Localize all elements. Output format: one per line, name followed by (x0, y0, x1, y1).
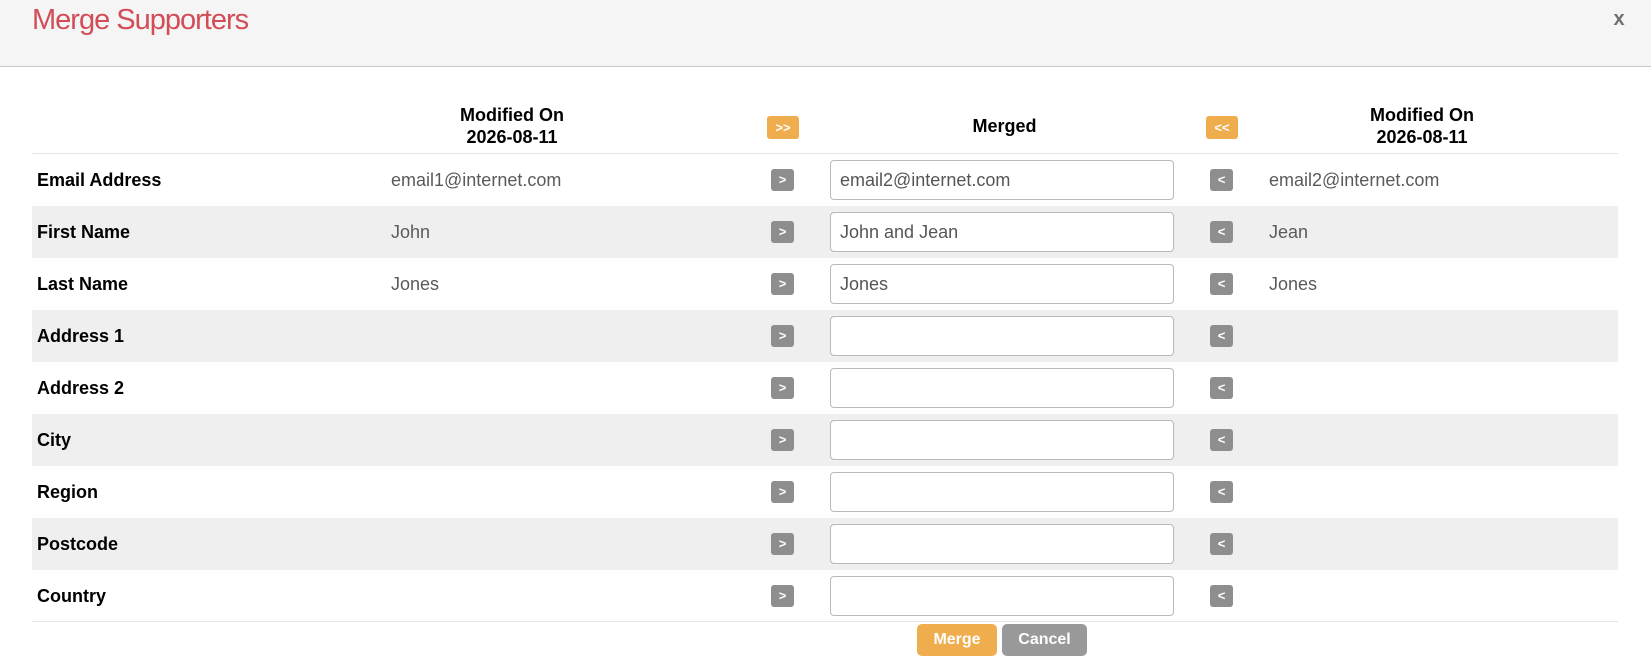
dialog-header: Merge Supporters x (0, 0, 1651, 67)
merge-table: Modified On 2026-08-11 >> Merged << Modi… (32, 102, 1618, 622)
copy-left-to-merged-button[interactable]: > (771, 481, 794, 503)
merged-address-2-input[interactable] (830, 368, 1174, 408)
close-button[interactable]: x (1608, 6, 1630, 32)
merged-header: Merged (972, 116, 1037, 136)
left-record-header-date: 2026-08-11 (466, 127, 558, 147)
copy-right-to-merged-button[interactable]: < (1210, 325, 1233, 347)
copy-right-to-merged-button[interactable]: < (1210, 533, 1233, 555)
left-value: John (391, 222, 431, 242)
merged-address-1-input[interactable] (830, 316, 1174, 356)
copy-right-to-merged-button[interactable]: < (1210, 585, 1233, 607)
left-value: email1@internet.com (391, 170, 562, 190)
copy-right-to-merged-button[interactable]: < (1210, 481, 1233, 503)
field-label: Region (37, 482, 98, 502)
field-label: First Name (37, 222, 131, 242)
field-label: Postcode (37, 534, 119, 554)
dialog-actions: Merge Cancel (0, 624, 1651, 656)
field-label: Email Address (37, 170, 162, 190)
right-record-header: Modified On 2026-08-11 (1272, 104, 1572, 148)
dialog-title: Merge Supporters (32, 4, 249, 36)
merged-postcode-input[interactable] (830, 524, 1174, 564)
field-row-region: Region > < (32, 466, 1618, 518)
copy-all-to-merged-button[interactable]: >> (767, 116, 799, 139)
copy-right-to-merged-button[interactable]: < (1210, 221, 1233, 243)
copy-right-to-merged-button[interactable]: < (1210, 429, 1233, 451)
right-value: email2@internet.com (1269, 170, 1440, 190)
copy-right-to-merged-button[interactable]: < (1210, 377, 1233, 399)
cancel-button[interactable]: Cancel (1002, 624, 1087, 656)
field-row-postcode: Postcode > < (32, 518, 1618, 570)
copy-left-to-merged-button[interactable]: > (771, 377, 794, 399)
field-label: Last Name (37, 274, 129, 294)
field-label: City (37, 430, 72, 450)
field-label: Address 1 (37, 326, 125, 346)
left-value: Jones (391, 274, 440, 294)
copy-left-to-merged-button[interactable]: > (771, 429, 794, 451)
copy-left-to-merged-button[interactable]: > (771, 325, 794, 347)
field-row-first-name: First Name John > < Jean (32, 206, 1618, 258)
copy-all-from-right-button[interactable]: << (1206, 116, 1238, 139)
merged-first-name-input[interactable] (830, 212, 1174, 252)
field-row-last-name: Last Name Jones > < Jones (32, 258, 1618, 310)
field-row-address-2: Address 2 > < (32, 362, 1618, 414)
field-row-email: Email Address email1@internet.com > < em… (32, 154, 1618, 206)
copy-left-to-merged-button[interactable]: > (771, 221, 794, 243)
copy-right-to-merged-button[interactable]: < (1210, 169, 1233, 191)
field-label: Address 2 (37, 378, 125, 398)
right-record-header-label: Modified On (1370, 105, 1474, 125)
merged-city-input[interactable] (830, 420, 1174, 460)
field-row-city: City > < (32, 414, 1618, 466)
copy-left-to-merged-button[interactable]: > (771, 533, 794, 555)
merge-button[interactable]: Merge (917, 624, 997, 656)
copy-left-to-merged-button[interactable]: > (771, 169, 794, 191)
column-header-row: Modified On 2026-08-11 >> Merged << Modi… (32, 102, 1618, 154)
merged-region-input[interactable] (830, 472, 1174, 512)
right-record-header-date: 2026-08-11 (1376, 127, 1468, 147)
merged-country-input[interactable] (830, 576, 1174, 616)
merged-last-name-input[interactable] (830, 264, 1174, 304)
right-value: Jones (1269, 274, 1318, 294)
copy-right-to-merged-button[interactable]: < (1210, 273, 1233, 295)
copy-left-to-merged-button[interactable]: > (771, 273, 794, 295)
copy-left-to-merged-button[interactable]: > (771, 585, 794, 607)
field-row-address-1: Address 1 > < (32, 310, 1618, 362)
left-record-header: Modified On 2026-08-11 (362, 104, 662, 148)
left-record-header-label: Modified On (460, 105, 564, 125)
field-label: Country (37, 586, 106, 606)
right-value: Jean (1269, 222, 1309, 242)
field-row-country: Country > < (32, 570, 1618, 622)
merged-email-input[interactable] (830, 160, 1174, 200)
